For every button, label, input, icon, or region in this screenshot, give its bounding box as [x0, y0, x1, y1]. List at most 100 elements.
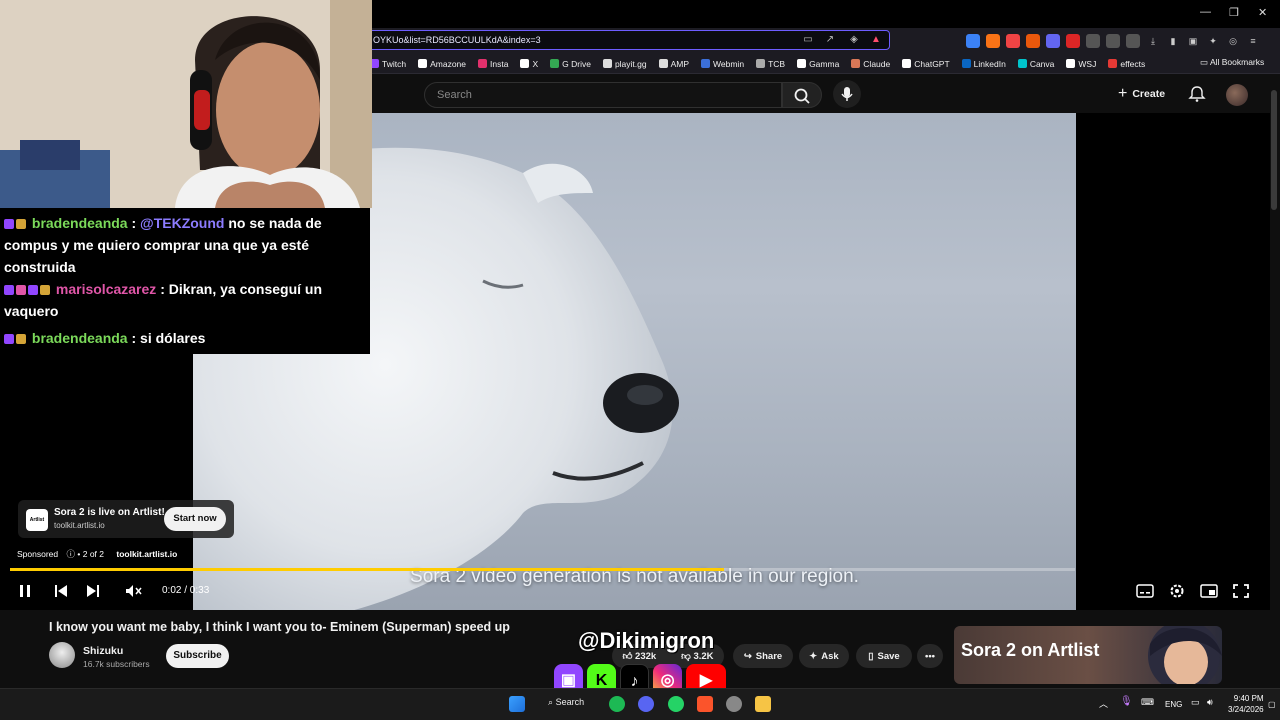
chat-text: si dólares [136, 330, 206, 346]
notification-center-icon[interactable]: ▢ [1268, 700, 1276, 709]
ad-sponsored-url[interactable]: toolkit.artlist.io [116, 549, 177, 559]
bookmark-label: Amazone [430, 58, 467, 69]
bookmark-favicon-icon [797, 59, 807, 68]
channel-avatar[interactable] [49, 642, 75, 668]
address-bar[interactable]: OYKUo&list=RD56BCCUULKdA&index=3 ▭ ↗ ◈ ▲ [360, 30, 890, 50]
microphone-tray-icon[interactable]: 🎙︎ [1120, 696, 1133, 707]
search-button[interactable] [782, 82, 822, 108]
sidebar-icon[interactable]: ▮ [1166, 34, 1180, 48]
fullscreen-icon[interactable] [1231, 582, 1251, 600]
extensions-bar: ⤓ ▮ ▣ ✦ ◎ ≡ [960, 31, 1280, 51]
extension-icon[interactable] [1006, 34, 1020, 48]
whatsapp-icon[interactable] [668, 696, 684, 712]
save-button[interactable]: ▯ Save [856, 644, 912, 668]
language-indicator[interactable]: ENG [1165, 700, 1182, 709]
extension-icon[interactable] [986, 34, 1000, 48]
bookmark-item[interactable]: playit.gg [602, 59, 647, 69]
ad-start-button[interactable]: Start now [164, 507, 226, 531]
bookmark-item[interactable]: G Drive [550, 59, 591, 69]
volume-icon[interactable]: 🔊︎ [1207, 697, 1213, 708]
bookmark-item[interactable]: AMP [658, 59, 689, 69]
badge-icon [4, 334, 14, 344]
spotify-icon[interactable] [609, 696, 625, 712]
cast-icon[interactable]: ▭ [801, 33, 815, 47]
search-icon: ⌕ [548, 697, 554, 707]
extension-icon[interactable] [1066, 34, 1080, 48]
all-bookmarks-button[interactable]: ▭ All Bookmarks [1200, 57, 1264, 68]
minimize-icon[interactable]: — [1200, 6, 1211, 18]
extension-icon[interactable] [1026, 34, 1040, 48]
close-icon[interactable]: ✕ [1258, 6, 1267, 19]
extension-icon[interactable] [1126, 34, 1140, 48]
bookmark-favicon-icon [701, 59, 711, 68]
brave-rewards-icon[interactable]: ▲ [869, 33, 883, 47]
more-icon: ••• [925, 650, 935, 662]
file-explorer-icon[interactable] [755, 696, 771, 712]
share-icon[interactable]: ↗ [823, 33, 837, 47]
discord-icon[interactable] [638, 696, 654, 712]
brave-icon[interactable] [697, 696, 713, 712]
clock[interactable]: 9:40 PM 3/24/2026 [1228, 693, 1264, 715]
wallet-icon[interactable]: ▣ [1186, 34, 1200, 48]
tray-chevron-icon[interactable]: ︿ [1099, 697, 1108, 710]
bookmark-label: X [532, 58, 539, 69]
brave-shield-icon[interactable]: ◈ [847, 33, 861, 47]
bookmark-item[interactable]: Claude [851, 59, 890, 69]
more-actions-button[interactable]: ••• [917, 644, 943, 668]
account-avatar[interactable] [1226, 84, 1248, 106]
bookmark-item[interactable]: WSJ [1066, 59, 1096, 69]
scrollbar-thumb[interactable] [1271, 90, 1277, 210]
leo-icon[interactable]: ✦ [1206, 34, 1220, 48]
notifications-button[interactable] [1188, 85, 1206, 103]
search-input[interactable]: Search [424, 82, 782, 108]
badge-icon [40, 285, 50, 295]
bookmark-item[interactable]: Webmin [701, 59, 744, 69]
settings-gear-icon[interactable] [1167, 582, 1187, 600]
menu-icon[interactable]: ≡ [1246, 34, 1260, 48]
captions-icon[interactable] [1135, 582, 1155, 600]
bookmark-item[interactable]: Insta [478, 59, 508, 69]
subscribe-button[interactable]: Subscribe [166, 644, 229, 668]
bookmark-favicon-icon [1017, 59, 1027, 68]
app-icon[interactable] [726, 696, 742, 712]
bookmark-item[interactable]: ChatGPT [902, 59, 950, 69]
voice-search-button[interactable] [833, 80, 861, 108]
bookmark-favicon-icon [550, 59, 560, 68]
bookmark-item[interactable]: X [520, 59, 538, 69]
miniplayer-icon[interactable] [1199, 582, 1219, 600]
ad-title[interactable]: Sora 2 is live on Artlist! [54, 507, 165, 518]
extension-icon[interactable] [1106, 34, 1120, 48]
restore-icon[interactable]: ❐ [1229, 6, 1239, 19]
muted-icon[interactable] [123, 582, 143, 600]
taskbar-search[interactable]: ⌕ Search [548, 697, 584, 708]
windows-start-icon[interactable] [509, 696, 525, 712]
sparkle-icon: ✦ [809, 650, 818, 662]
bookmark-label: TCB [768, 58, 786, 69]
bookmark-item[interactable]: TCB [756, 59, 785, 69]
next-icon[interactable] [83, 582, 103, 600]
search-placeholder: Search [437, 89, 472, 101]
extension-icon[interactable] [1046, 34, 1060, 48]
badge-icon [16, 334, 26, 344]
channel-name[interactable]: Shizuku [83, 645, 123, 657]
download-icon[interactable]: ⤓ [1146, 34, 1160, 48]
bookmark-item[interactable]: Gamma [797, 59, 839, 69]
badge-icon [28, 285, 38, 295]
create-button[interactable]: + Create [1118, 82, 1174, 106]
previous-icon[interactable] [51, 582, 71, 600]
bookmark-item[interactable]: Amazone [418, 59, 466, 69]
pause-icon[interactable] [15, 582, 35, 600]
info-icon[interactable]: ⓘ [67, 549, 76, 559]
vpn-icon[interactable]: ◎ [1226, 34, 1240, 48]
bookmark-item[interactable]: Canva [1017, 59, 1054, 69]
network-icon[interactable]: ▭ [1191, 697, 1200, 708]
bookmark-favicon-icon [756, 59, 766, 68]
bookmark-item[interactable]: Twitch [370, 59, 406, 69]
keyboard-icon[interactable]: ⌨ [1141, 697, 1154, 708]
ask-button[interactable]: ✦ Ask [799, 644, 849, 668]
bookmark-item[interactable]: effects [1108, 59, 1145, 69]
extension-icon[interactable] [966, 34, 980, 48]
bookmark-item[interactable]: LinkedIn [961, 59, 1006, 69]
share-button[interactable]: ↪ Share [733, 644, 793, 668]
extension-icon[interactable] [1086, 34, 1100, 48]
